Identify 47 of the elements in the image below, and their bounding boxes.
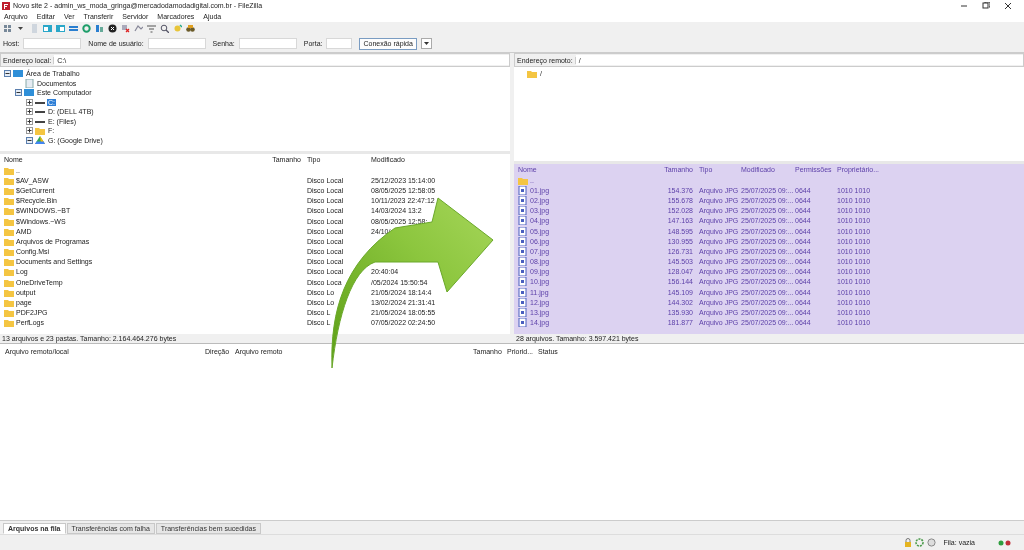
panel-icon[interactable] <box>56 24 65 33</box>
file-icon <box>518 297 528 307</box>
file-icon <box>518 185 528 195</box>
file-icon <box>518 195 528 205</box>
caret-icon[interactable] <box>17 24 26 33</box>
file-icon <box>518 318 528 328</box>
file-icon <box>518 226 528 236</box>
panel-icon[interactable] <box>43 24 52 33</box>
caret-icon <box>423 41 429 46</box>
restore-icon[interactable] <box>982 1 990 10</box>
file-icon <box>518 206 528 216</box>
search-icon[interactable] <box>160 24 169 33</box>
file-icon <box>518 308 528 318</box>
folder-icon <box>527 69 537 79</box>
collapse-icon[interactable] <box>4 70 11 78</box>
file-icon <box>518 236 528 246</box>
input-field[interactable] <box>326 38 353 49</box>
file-icon <box>518 287 528 297</box>
file-icon <box>518 246 528 256</box>
grid-icon[interactable] <box>4 24 13 33</box>
file-icon <box>518 216 528 226</box>
binoculars-icon[interactable] <box>186 24 195 33</box>
refresh-icon[interactable] <box>82 24 91 33</box>
folder-icon <box>518 175 528 185</box>
folder-icon <box>35 126 45 136</box>
lock-icon <box>904 538 913 547</box>
circle-icon <box>927 538 937 547</box>
input-field[interactable] <box>23 38 82 49</box>
expand-icon[interactable] <box>26 98 33 106</box>
file-icon <box>518 277 528 287</box>
triangle-icon <box>35 135 45 145</box>
filter-icon[interactable] <box>147 24 156 33</box>
input-field[interactable] <box>147 38 206 49</box>
file-icon <box>518 257 528 267</box>
collapse-icon[interactable] <box>15 89 22 97</box>
expand-icon[interactable] <box>26 127 33 135</box>
cancel-icon[interactable] <box>108 24 117 33</box>
close-icon[interactable] <box>1004 1 1012 10</box>
input-field[interactable] <box>238 38 297 49</box>
dropdown-button[interactable] <box>420 38 432 49</box>
file-icon <box>518 267 528 277</box>
disconnect-icon[interactable] <box>121 24 130 33</box>
collapse-icon[interactable] <box>26 136 33 144</box>
activity-lights-icon <box>998 539 1012 546</box>
expand-icon[interactable] <box>26 108 33 116</box>
expand-icon[interactable] <box>26 117 33 125</box>
document-icon <box>24 78 34 88</box>
